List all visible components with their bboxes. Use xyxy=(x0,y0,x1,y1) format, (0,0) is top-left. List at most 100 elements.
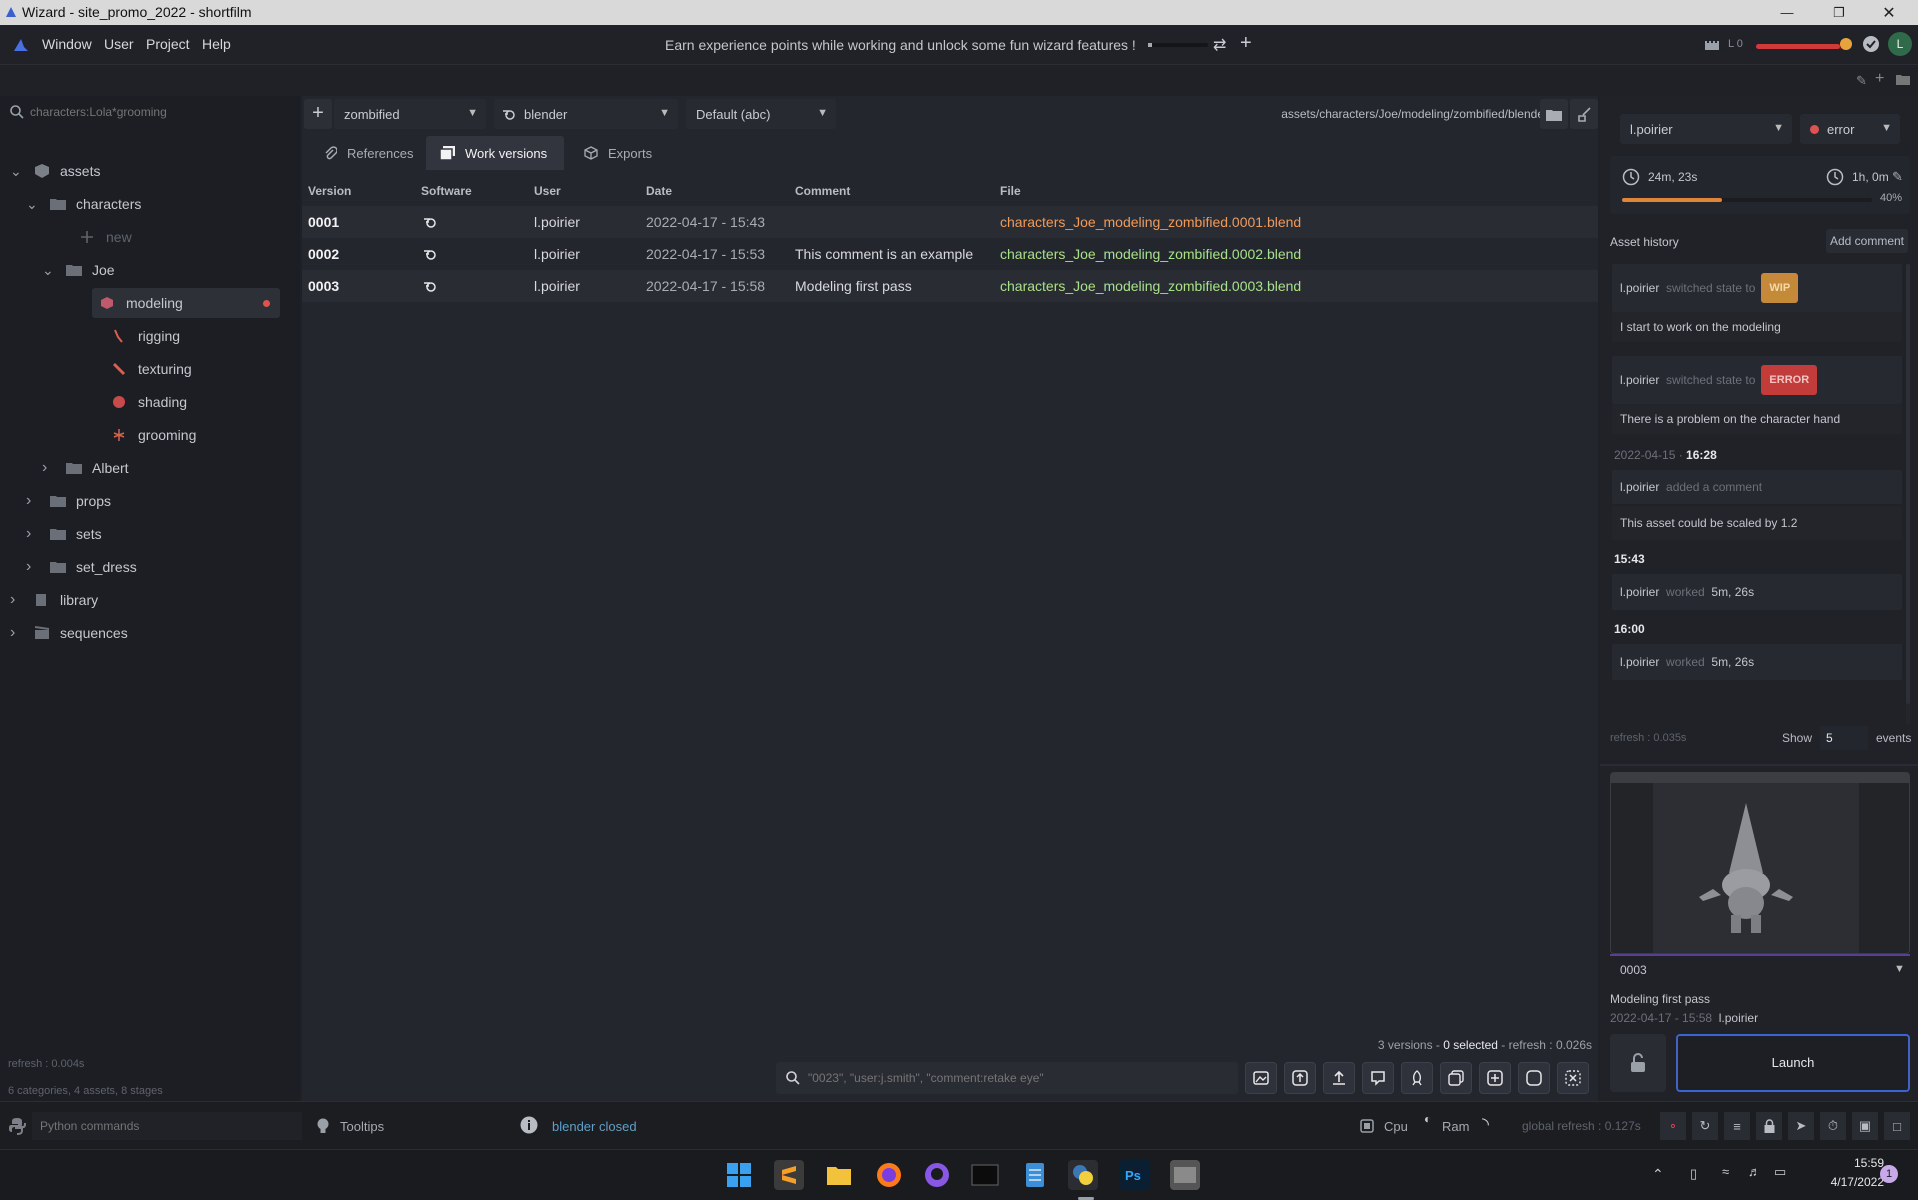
photoshop-icon[interactable]: Ps xyxy=(1120,1160,1150,1190)
chevron-right-icon[interactable]: › xyxy=(26,525,40,543)
tree-item[interactable]: ⌄ assets xyxy=(10,156,100,186)
chevron-right-icon[interactable]: › xyxy=(26,558,40,576)
tree-item[interactable]: › set_dress xyxy=(26,552,137,582)
wizard-hat-icon[interactable] xyxy=(12,37,30,53)
avatar[interactable]: L xyxy=(1888,32,1912,56)
tree-item[interactable]: ⌄ characters xyxy=(26,189,141,219)
minimize-icon[interactable]: — xyxy=(1764,0,1810,25)
new-version-button[interactable] xyxy=(1479,1062,1511,1094)
column-file[interactable]: File xyxy=(1000,176,1021,206)
add-comment-button[interactable]: Add comment xyxy=(1826,229,1908,253)
chevron-down-icon[interactable]: ⌄ xyxy=(42,262,56,279)
version-file[interactable]: characters_Joe_modeling_zombified.0002.b… xyxy=(1000,238,1301,270)
edit-estimation-icon[interactable]: ✎ xyxy=(1892,169,1903,185)
export-select[interactable]: Default (abc) ▼ xyxy=(686,99,836,129)
folder-icon[interactable] xyxy=(1896,73,1910,85)
software-select[interactable]: blender ▼ xyxy=(494,99,678,129)
chevron-down-icon[interactable]: ⌄ xyxy=(10,163,24,180)
firefox-icon[interactable] xyxy=(874,1160,904,1190)
file-explorer-icon[interactable] xyxy=(824,1160,854,1190)
screenshot-button[interactable] xyxy=(1245,1062,1277,1094)
chevron-right-icon[interactable]: › xyxy=(10,624,24,642)
tree-item[interactable]: › sets xyxy=(26,519,102,549)
column-comment[interactable]: Comment xyxy=(795,176,850,206)
column-user[interactable]: User xyxy=(534,176,561,206)
table-row[interactable]: 0003 l.poirier 2022-04-17 - 15:58 Modeli… xyxy=(302,270,1598,302)
version-search[interactable] xyxy=(776,1062,1238,1094)
menu-user[interactable]: User xyxy=(104,36,134,52)
tree-item[interactable]: ⌄ Joe xyxy=(42,255,115,285)
terminal-icon[interactable] xyxy=(970,1160,1000,1190)
close-icon[interactable]: ✕ xyxy=(1866,0,1912,25)
broom-button[interactable] xyxy=(1570,99,1598,129)
battery-icon[interactable]: ▭ xyxy=(1774,1164,1786,1180)
version-file[interactable]: characters_Joe_modeling_zombified.0003.b… xyxy=(1000,270,1301,302)
edit-icon[interactable]: ✎ xyxy=(1856,73,1867,89)
chevron-down-icon[interactable]: ⌄ xyxy=(26,196,40,213)
shuffle-icon[interactable]: ⇄ xyxy=(1213,35,1226,55)
rocket-icon[interactable]: ➤ xyxy=(1788,1112,1814,1140)
plus-icon[interactable]: + xyxy=(1240,32,1252,55)
settings-badge-icon[interactable] xyxy=(1862,35,1880,53)
state-select[interactable]: error ▼ xyxy=(1800,114,1900,144)
show-count-input[interactable]: 5 xyxy=(1820,726,1868,750)
column-date[interactable]: Date xyxy=(646,176,672,206)
assigned-user-select[interactable]: l.poirier ▼ xyxy=(1620,114,1792,144)
version-search-input[interactable] xyxy=(808,1065,1228,1091)
sliders-icon[interactable]: ≡ xyxy=(1724,1112,1750,1140)
version-file[interactable]: characters_Joe_modeling_zombified.0001.b… xyxy=(1000,206,1301,238)
duplicate-button[interactable] xyxy=(1440,1062,1472,1094)
add-variant-button[interactable]: + xyxy=(304,99,332,129)
wifi-icon[interactable]: ≈ xyxy=(1722,1164,1729,1179)
windows-start-icon[interactable] xyxy=(724,1160,754,1190)
tree-item[interactable]: › library xyxy=(10,585,98,615)
tree-item[interactable]: › props xyxy=(26,486,111,516)
archive-button[interactable] xyxy=(1557,1062,1589,1094)
github-icon[interactable] xyxy=(922,1160,952,1190)
python-command-input[interactable] xyxy=(32,1112,302,1140)
tab-exports[interactable]: Exports xyxy=(570,136,666,170)
open-folder-button[interactable] xyxy=(1540,99,1568,129)
tab-references[interactable]: References xyxy=(310,136,427,170)
sublime-icon[interactable] xyxy=(774,1160,804,1190)
timer-icon[interactable]: ⏱ xyxy=(1820,1112,1846,1140)
menu-window[interactable]: Window xyxy=(42,36,92,52)
notepad-icon[interactable] xyxy=(1020,1160,1050,1190)
lock-button[interactable] xyxy=(1610,1034,1666,1092)
column-software[interactable]: Software xyxy=(421,176,472,206)
export-button[interactable] xyxy=(1323,1062,1355,1094)
column-version[interactable]: Version xyxy=(308,176,351,206)
comment-button[interactable] xyxy=(1362,1062,1394,1094)
new-empty-button[interactable] xyxy=(1518,1062,1550,1094)
tree-item[interactable]: modeling xyxy=(92,288,280,318)
chevron-right-icon[interactable]: › xyxy=(26,492,40,510)
table-row[interactable]: 0002 l.poirier 2022-04-17 - 15:53 This c… xyxy=(302,238,1598,270)
tooltips-label[interactable]: Tooltips xyxy=(340,1119,384,1134)
tree-item[interactable]: › Albert xyxy=(42,453,129,483)
clock-date[interactable]: 4/17/2022 xyxy=(1810,1175,1884,1189)
tree-item[interactable]: › sequences xyxy=(10,618,128,648)
tab-work-versions[interactable]: Work versions xyxy=(426,136,564,170)
lightbulb-icon[interactable] xyxy=(316,1117,330,1135)
add-icon[interactable]: + xyxy=(1875,70,1884,88)
version-preview-image[interactable] xyxy=(1610,772,1910,954)
menu-help[interactable]: Help xyxy=(202,36,231,52)
svg-app-icon[interactable] xyxy=(1170,1160,1200,1190)
tray-chevron-icon[interactable]: ⌃ xyxy=(1652,1166,1664,1183)
tree-item[interactable]: texturing xyxy=(112,354,192,384)
tree-item[interactable]: rigging xyxy=(112,321,180,351)
variant-select[interactable]: zombified ▼ xyxy=(334,99,486,129)
python-app-icon[interactable] xyxy=(1068,1160,1098,1190)
notification-badge[interactable]: 1 xyxy=(1880,1165,1898,1183)
tree-item[interactable]: grooming xyxy=(112,420,196,450)
lock-icon[interactable] xyxy=(1756,1112,1782,1140)
usb-icon[interactable]: ▯ xyxy=(1690,1166,1697,1182)
clock-time[interactable]: 15:59 xyxy=(1840,1156,1884,1170)
rss-icon[interactable]: ∘ xyxy=(1660,1112,1686,1140)
tree-search-input[interactable] xyxy=(30,99,290,125)
tree-item[interactable]: shading xyxy=(112,387,187,417)
refresh-icon[interactable]: ↻ xyxy=(1692,1112,1718,1140)
chevron-right-icon[interactable]: › xyxy=(10,591,24,609)
volume-icon[interactable]: ♬ xyxy=(1748,1164,1761,1179)
history-scrollbar[interactable] xyxy=(1906,264,1910,724)
